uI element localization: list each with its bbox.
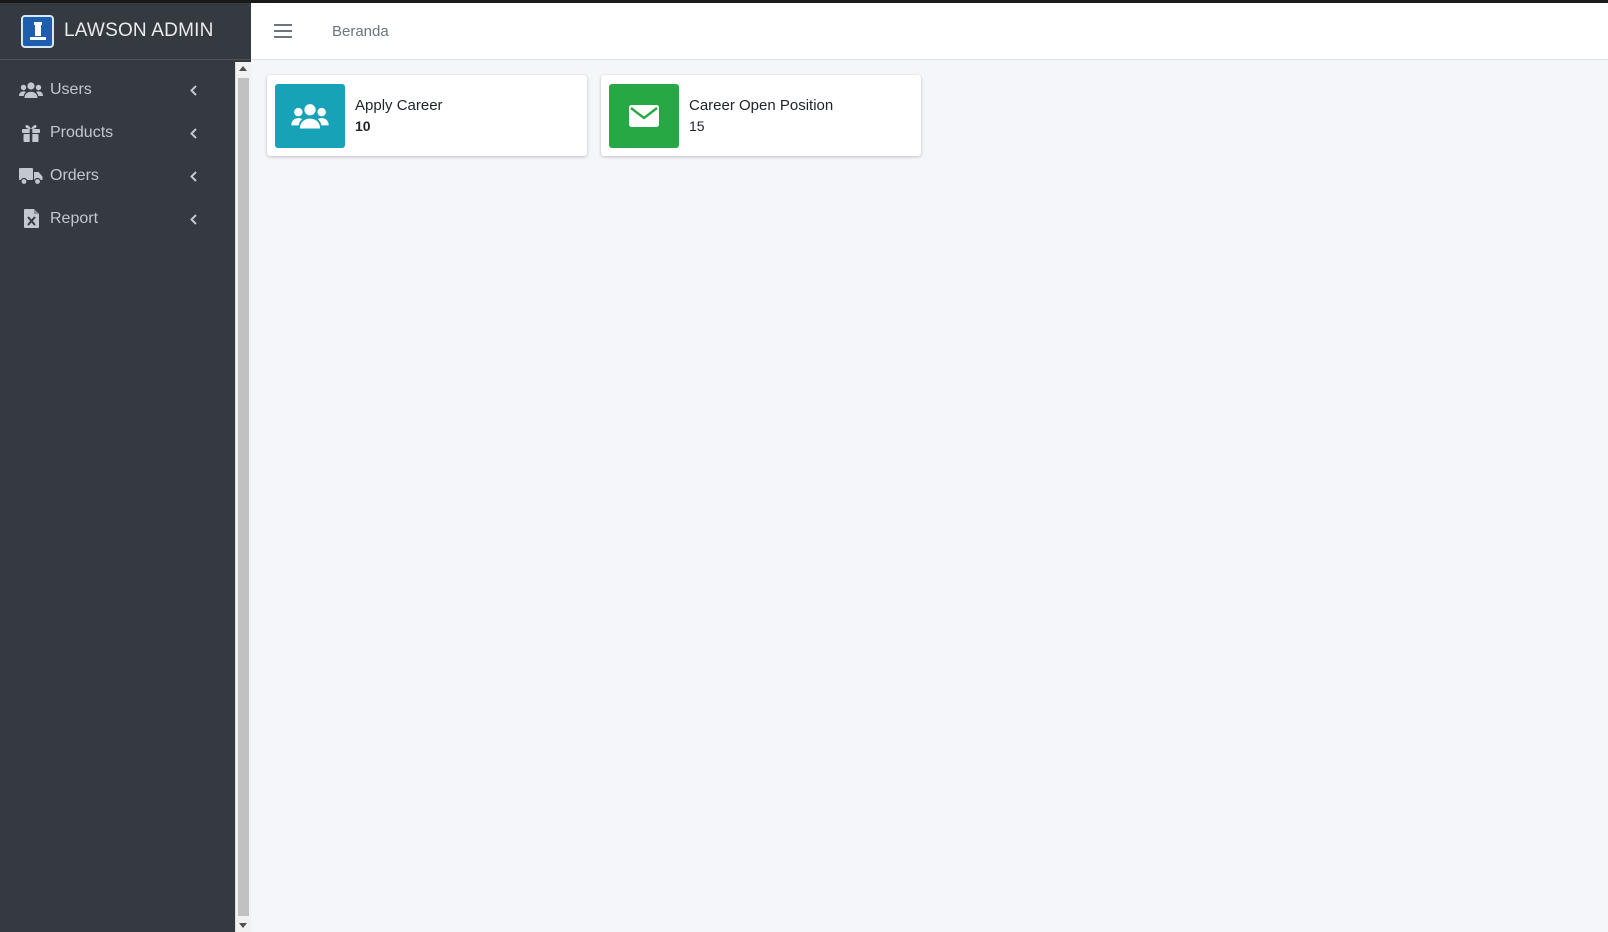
info-box-title: Apply Career [355,97,443,114]
sidebar-scrollbar[interactable] [235,62,251,932]
info-box-icon [275,83,345,148]
users-icon [291,103,329,128]
info-box-apply-career[interactable]: Apply Career 10 [267,75,587,156]
scrollbar-thumb[interactable] [238,78,249,916]
info-box-number: 15 [689,118,705,134]
app-window: LAWSON ADMIN Users Products Orders Repor… [0,3,1608,932]
truck-icon [19,166,43,186]
info-box-content: Apply Career 10 [355,97,443,134]
users-icon [19,80,43,100]
chevron-left-icon [190,83,197,101]
breadcrumb-home[interactable]: Beranda [332,23,389,40]
chevron-left-icon [190,169,197,187]
info-box-title: Career Open Position [689,97,834,114]
scroll-down-arrow-icon[interactable] [239,923,247,928]
sidebar-item-label: Products [50,123,114,141]
sidebar-item-label: Users [50,80,92,98]
sidebar-item-products[interactable]: Products [0,111,235,154]
excel-file-icon [19,209,43,229]
brand-link[interactable]: LAWSON ADMIN [0,3,251,60]
sidebar: LAWSON ADMIN Users Products Orders Repor… [0,3,251,932]
info-box-number: 10 [355,118,371,134]
top-navbar: Beranda [251,3,1608,60]
info-box-content: Career Open Position 15 [689,97,833,134]
sidebar-item-users[interactable]: Users [0,68,235,111]
info-box-icon [609,83,679,148]
lawson-station-logo [21,14,54,48]
scroll-up-arrow-icon[interactable] [239,66,247,71]
info-box-career-open-position[interactable]: Career Open Position 15 [601,75,921,156]
sidebar-item-report[interactable]: Report [0,197,235,240]
main-content: Beranda Apply Career 10 Career Open Posi… [251,3,1608,932]
envelope-icon [629,104,659,127]
gift-icon [19,123,43,143]
chevron-left-icon [190,212,197,230]
brand-text: LAWSON ADMIN [64,20,214,41]
chevron-left-icon [190,126,197,144]
sidebar-item-orders[interactable]: Orders [0,154,235,197]
sidebar-nav: Users Products Orders Report [0,60,251,240]
hamburger-menu-icon[interactable] [274,24,292,38]
sidebar-item-label: Report [50,209,99,227]
info-box-row: Apply Career 10 Career Open Position 15 [267,75,921,156]
sidebar-item-label: Orders [50,166,99,184]
